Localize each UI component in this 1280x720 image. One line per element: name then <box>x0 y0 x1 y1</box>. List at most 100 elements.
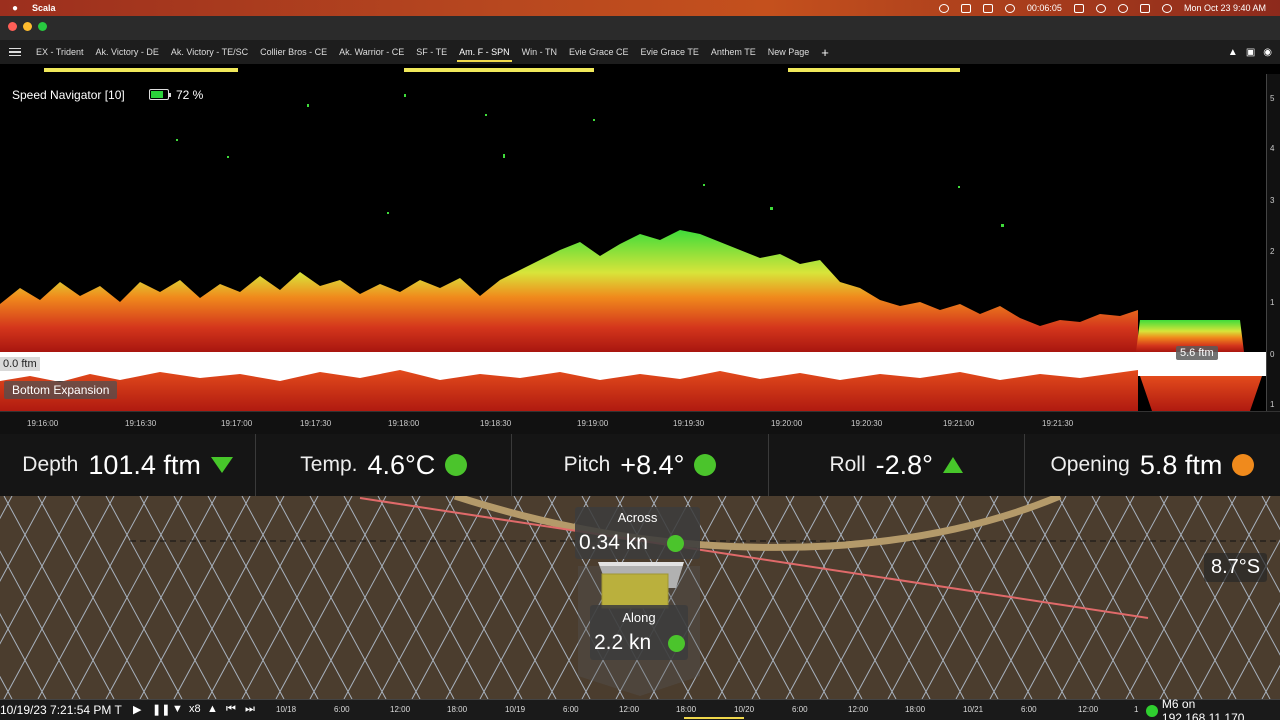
time-tick: 19:20:30 <box>851 419 883 428</box>
tab-anthem-te[interactable]: Anthem TE <box>705 40 762 64</box>
roll-readout[interactable]: Roll -2.8° <box>769 434 1025 496</box>
tab-ak-warrior-ce[interactable]: Ak. Warrior - CE <box>333 40 410 64</box>
app-name[interactable]: Scala <box>32 3 56 13</box>
scale-tick: 2 <box>1270 247 1275 256</box>
tab-sf-te[interactable]: SF - TE <box>410 40 453 64</box>
across-label: Across <box>617 510 658 525</box>
system-menubar: ● Scala 00:06:05 Mon Oct 23 9:40 AM <box>0 0 1280 16</box>
wifi-icon[interactable] <box>1095 3 1106 13</box>
scale-tick: 5 <box>1270 94 1275 103</box>
echogram-image <box>0 94 1266 411</box>
location-pin-icon[interactable]: ◉ <box>1263 47 1272 58</box>
tab-group-indicator <box>788 68 960 72</box>
tab-ak-victory-te-sc[interactable]: Ak. Victory - TE/SC <box>165 40 254 64</box>
timeline-tick: 18:00 <box>905 705 926 714</box>
time-tick: 19:21:30 <box>1042 419 1074 428</box>
time-tick: 19:18:00 <box>388 419 420 428</box>
brightness-icon[interactable] <box>938 3 949 13</box>
record-icon[interactable] <box>1004 3 1015 13</box>
time-tick: 19:21:00 <box>943 419 975 428</box>
apple-icon[interactable]: ● <box>12 3 18 14</box>
temperature-readout[interactable]: Temp. 4.6°C <box>256 434 513 496</box>
timeline-tick: 1 <box>1134 705 1139 714</box>
depth-label: Depth <box>22 453 79 476</box>
depth-readout[interactable]: Depth 101.4 ftm <box>0 434 257 496</box>
opening-readout[interactable]: Opening 5.8 ftm <box>1025 434 1280 496</box>
speed-dropdown-chevron-icon[interactable]: ▼ <box>172 703 183 715</box>
pause-icon[interactable]: ❚❚ <box>152 703 170 716</box>
connection-status[interactable]: M6 on 192.168.11.170 <box>1142 697 1280 720</box>
skip-back-icon[interactable]: ⏮ <box>226 703 236 716</box>
pitch-value: +8.4° <box>620 449 685 480</box>
timer-clock[interactable]: 00:06:05 <box>1027 3 1062 13</box>
close-window-button[interactable] <box>8 22 17 31</box>
tab-win-tn[interactable]: Win - TN <box>516 40 563 64</box>
time-tick: 19:16:00 <box>27 419 59 428</box>
pitch-status-icon <box>694 454 717 476</box>
playback-speed[interactable]: x8 <box>189 703 201 715</box>
camera-icon[interactable]: ▣ <box>1246 47 1255 58</box>
warning-icon[interactable]: ▲ <box>1228 47 1238 58</box>
minimize-window-button[interactable] <box>23 22 32 31</box>
timeline-playhead-range[interactable] <box>684 717 744 719</box>
tab-ak-victory-de[interactable]: Ak. Victory - DE <box>90 40 165 64</box>
tab-new-page[interactable]: New Page <box>762 40 816 64</box>
across-speed-panel[interactable]: Across 0.34 kn <box>575 507 700 559</box>
window-titlebar <box>0 16 1280 40</box>
window-controls <box>8 22 47 31</box>
add-tab-button[interactable]: + <box>815 45 835 60</box>
battery-level-fill <box>151 91 163 98</box>
menubar-datetime[interactable]: Mon Oct 23 9:40 AM <box>1184 3 1266 13</box>
scale-tick: 0 <box>1270 350 1275 359</box>
timeline-tick: 18:00 <box>447 705 468 714</box>
opening-status-icon <box>1232 454 1255 476</box>
siri-icon[interactable] <box>1161 3 1172 13</box>
skip-forward-icon[interactable]: ⏭ <box>245 703 255 716</box>
depth-scale: 5 4 3 2 1 0 1 ft <box>1266 74 1280 420</box>
play-icon[interactable]: ▶ <box>133 703 141 716</box>
eject-icon[interactable]: ▲ <box>207 703 218 715</box>
along-value: 2.2 kn <box>594 631 652 654</box>
timeline-tick: 10/19 <box>505 705 526 714</box>
time-tick: 19:18:30 <box>480 419 512 428</box>
playback-timestamp: 10/19/23 7:21:54 PM T <box>0 703 124 717</box>
page-tab-bar: EX - Trident Ak. Victory - DE Ak. Victor… <box>0 40 1280 64</box>
time-tick: 19:17:30 <box>300 419 332 428</box>
tab-am-f-spn[interactable]: Am. F - SPN <box>453 40 516 64</box>
tab-evie-grace-te[interactable]: Evie Grace TE <box>635 40 705 64</box>
echogram-panel[interactable]: Speed Navigator [10] 72 % 0.0 ftm Bottom… <box>0 74 1266 411</box>
time-tick: 19:19:30 <box>673 419 705 428</box>
tab-collier-bros-ce[interactable]: Collier Bros - CE <box>254 40 333 64</box>
control-center-icon[interactable] <box>1139 3 1150 13</box>
along-label: Along <box>622 610 656 625</box>
zoom-window-button[interactable] <box>38 22 47 31</box>
battery-menubar-icon[interactable] <box>1073 3 1084 13</box>
opening-label: Opening <box>1050 453 1130 476</box>
scale-tick: 1 <box>1270 298 1275 307</box>
opening-marker-label: 5.6 ftm <box>1176 346 1218 360</box>
spotlight-search-icon[interactable] <box>1117 3 1128 13</box>
roll-trend-up-icon <box>942 457 963 473</box>
trawl-view[interactable]: Across 0.34 kn Along 2.2 kn 8.7°S <box>0 496 1280 699</box>
screens-icon[interactable] <box>982 3 993 13</box>
along-speed-panel[interactable]: Along 2.2 kn <box>590 605 688 660</box>
tab-ex-trident[interactable]: EX - Trident <box>30 40 90 64</box>
hamburger-menu-icon[interactable] <box>9 47 21 57</box>
time-tick: 19:20:00 <box>771 419 803 428</box>
scale-tick: 3 <box>1270 196 1275 205</box>
temperature-label: Temp. <box>300 453 358 476</box>
temperature-status-icon <box>445 454 468 476</box>
playback-timeline[interactable]: 10/18 6:00 12:00 18:00 10/19 6:00 12:00 … <box>0 697 1280 720</box>
along-status-icon <box>668 635 685 652</box>
mail-icon[interactable] <box>960 3 971 13</box>
depth-value: 101.4 ftm <box>88 449 201 480</box>
tab-evie-grace-ce[interactable]: Evie Grace CE <box>563 40 635 64</box>
timeline-tick: 6:00 <box>563 705 579 714</box>
pitch-readout[interactable]: Pitch +8.4° <box>512 434 769 496</box>
sonar-title: Speed Navigator [10] <box>12 88 125 102</box>
battery-percent: 72 % <box>176 88 204 102</box>
roll-label: Roll <box>829 453 866 476</box>
heel-readout: 8.7°S <box>1204 553 1268 582</box>
zero-depth-label: 0.0 ftm <box>0 357 40 371</box>
timeline-tick: 10/21 <box>963 705 984 714</box>
